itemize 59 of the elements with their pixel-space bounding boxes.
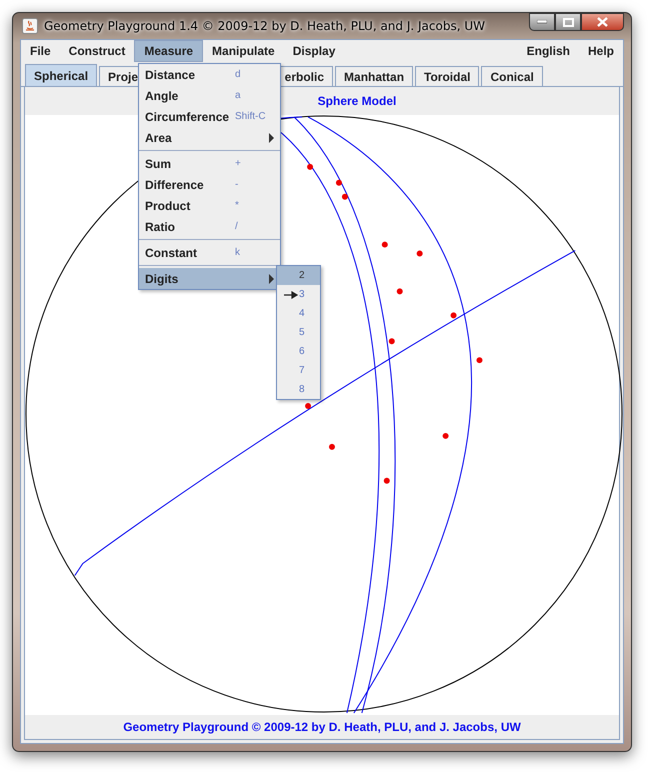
point-marker[interactable] — [307, 164, 314, 170]
point-marker[interactable] — [416, 250, 423, 257]
point-marker[interactable] — [442, 432, 449, 439]
menu-item[interactable]: Product * — [139, 195, 280, 216]
menu-item[interactable]: 6 — [277, 342, 320, 361]
point-marker[interactable] — [328, 444, 335, 450]
menu-item[interactable]: Angle a — [139, 85, 280, 106]
menu-item[interactable]: 5 — [277, 323, 320, 342]
shortcut-label: Shift-C — [235, 111, 266, 122]
menu-item[interactable]: 4 — [277, 304, 320, 323]
menu-bar-item[interactable]: Measure — [134, 40, 204, 62]
menu-item[interactable]: 3 — [277, 285, 320, 304]
point-marker[interactable] — [305, 403, 312, 410]
window-title: Geometry Playground 1.4 © 2009-12 by D. Heath, PLU, and J. Jacobs, UW — [44, 19, 485, 33]
shortcut-label: * — [235, 200, 239, 211]
menu-bar-item[interactable]: File — [21, 40, 60, 62]
minimize-button[interactable] — [529, 13, 555, 31]
point-marker[interactable] — [336, 180, 342, 186]
close-button[interactable] — [581, 13, 624, 31]
tab[interactable]: Spherical — [25, 64, 98, 86]
shortcut-label: / — [235, 221, 238, 232]
shortcut-label: k — [235, 247, 240, 258]
menu-item[interactable]: Constant k — [139, 242, 280, 263]
point-marker[interactable] — [450, 312, 457, 318]
menu-bar-item[interactable]: Construct — [60, 40, 134, 62]
menu-item[interactable]: Area — [139, 127, 280, 148]
shortcut-label: d — [235, 69, 241, 80]
point-marker[interactable] — [396, 288, 403, 294]
tab[interactable]: Conical — [481, 66, 543, 86]
tab[interactable]: Toroidal — [415, 66, 480, 86]
footer-text: Geometry Playground © 2009-12 by D. Heath, PLU, and J. Jacobs, UW — [123, 720, 521, 734]
minimize-icon — [537, 20, 547, 24]
menu-item[interactable]: 2 — [277, 266, 320, 285]
point-marker[interactable] — [476, 357, 482, 364]
menu-item[interactable]: Ratio / — [139, 216, 280, 237]
shortcut-label: + — [235, 158, 241, 169]
shortcut-label: - — [235, 179, 238, 190]
menu-bar-item[interactable]: Display — [284, 40, 344, 62]
close-icon — [597, 17, 608, 27]
point-marker[interactable] — [342, 194, 348, 200]
menu-item[interactable]: 7 — [277, 361, 320, 380]
menu-item[interactable]: 8 — [277, 380, 320, 399]
menu-item[interactable]: Difference - — [139, 174, 280, 195]
shortcut-label: a — [235, 90, 241, 101]
point-marker[interactable] — [384, 478, 390, 484]
arrow-icon — [283, 290, 299, 298]
point-marker[interactable] — [388, 338, 395, 344]
submenu-arrow-icon — [269, 132, 274, 142]
tab[interactable]: Manhattan — [335, 66, 414, 86]
menu-bar-item[interactable]: English — [518, 40, 579, 62]
menu-bar-item[interactable]: Manipulate — [203, 40, 284, 62]
menu-bar-item[interactable]: Help — [578, 40, 623, 62]
point-marker[interactable] — [382, 242, 388, 248]
menu-item[interactable]: Sum + — [139, 153, 280, 174]
app-icon — [22, 18, 38, 34]
menu-item[interactable]: Circumference Shift-C — [139, 106, 280, 127]
maximize-button[interactable] — [555, 13, 581, 31]
panel-title: Sphere Model — [316, 94, 396, 108]
maximize-icon — [562, 18, 574, 26]
